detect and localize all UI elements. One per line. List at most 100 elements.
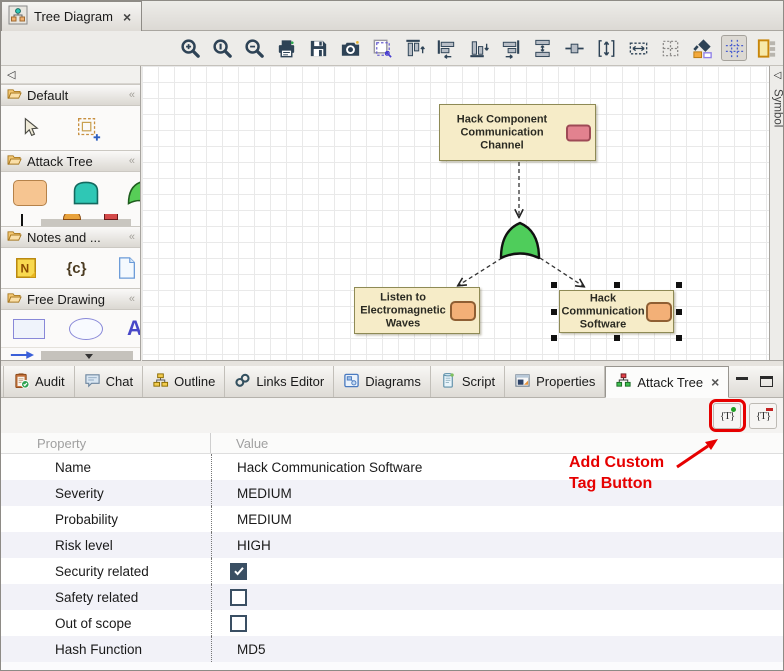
orange-badge[interactable] [646,302,672,322]
match-width-icon[interactable] [625,35,651,61]
selection-handle[interactable] [614,335,620,341]
match-height-icon[interactable] [593,35,619,61]
palette-collapse-button[interactable]: ◁ [1,66,140,84]
palette-group-default[interactable]: Default « [1,84,140,106]
attack-node-tool[interactable] [13,180,47,206]
or-gate-tool[interactable] [125,179,141,207]
properties-table: Property Value Name Hack Communication S… [1,433,784,671]
mirror-vertical-icon[interactable] [529,35,555,61]
print-icon[interactable] [273,35,299,61]
remove-custom-tag-button[interactable]: {T} [749,403,777,429]
property-cell: Out of scope [1,616,211,631]
pin-icon[interactable]: « [129,155,134,167]
editor-tab-bar: Tree Diagram × [1,1,783,31]
center-horizontal-icon[interactable] [561,35,587,61]
selection-handle[interactable] [551,335,557,341]
pin-icon[interactable]: « [129,231,134,243]
ellipse-tool[interactable] [69,318,103,340]
symbol-panel-strip[interactable]: ◁ Symbol [769,66,784,361]
selection-handle[interactable] [551,309,557,315]
align-right-icon[interactable] [497,35,523,61]
table-filler [1,662,784,671]
tab-attack-tree[interactable]: Attack Tree × [605,366,729,398]
table-row[interactable]: Security related [1,558,784,584]
select-region-icon[interactable] [369,35,395,61]
diagrams-icon [343,372,360,392]
palette-clipped-row [1,214,140,226]
close-icon[interactable]: × [711,374,719,390]
selection-handle[interactable] [676,335,682,341]
node-right[interactable]: Hack Communication Software [559,290,674,333]
add-custom-tag-button[interactable]: {T} [713,403,741,429]
tab-chat[interactable]: Chat [75,366,143,397]
text-tool[interactable]: A [127,317,141,341]
zoom-in-icon[interactable] [177,35,203,61]
toggle-grid-icon[interactable] [721,35,747,61]
palette-group-notes[interactable]: Notes and ... « [1,226,140,248]
safety-related-checkbox[interactable] [230,589,247,606]
selection-handle[interactable] [614,282,620,288]
property-cell: Risk level [1,538,211,553]
save-icon[interactable] [305,35,331,61]
tab-script[interactable]: Script [431,366,505,397]
snap-to-grid-icon[interactable] [657,35,683,61]
tab-tree-diagram[interactable]: Tree Diagram × [1,1,142,31]
tab-properties[interactable]: Properties [505,366,605,397]
palette-group-attack-tree[interactable]: Attack Tree « [1,150,140,172]
table-row[interactable]: Out of scope [1,610,784,636]
pin-icon[interactable]: « [129,293,134,305]
close-icon[interactable]: × [123,9,131,25]
rectangle-tool[interactable] [13,319,45,339]
marquee-add-tool[interactable] [71,114,105,142]
node-or-gate[interactable] [498,219,542,261]
node-left[interactable]: Listen to Electromagnetic Waves [354,287,480,334]
constraint-tool[interactable]: {c} [63,260,89,277]
selection-handle[interactable] [676,282,682,288]
diagram-canvas[interactable]: Hack Component Communication Channel Lis… [142,66,769,361]
security-related-checkbox[interactable] [230,563,247,580]
screenshot-camera-icon[interactable] [337,35,363,61]
and-gate-tool[interactable] [71,179,101,207]
tab-outline[interactable]: Outline [143,366,225,397]
copy-format-brush-icon[interactable] [689,35,715,61]
table-row[interactable]: Risk level HIGH [1,532,784,558]
minimize-icon[interactable] [736,377,748,380]
zoom-out-icon[interactable] [241,35,267,61]
table-row[interactable]: Hash Function MD5 [1,636,784,662]
arrow-tool[interactable] [7,349,37,361]
zoom-actual-size-icon[interactable] [209,35,235,61]
node-root[interactable]: Hack Component Communication Channel [439,104,596,161]
edit-symbol-icon[interactable] [753,35,779,61]
table-row[interactable]: Severity MEDIUM [1,480,784,506]
align-left-icon[interactable] [433,35,459,61]
expand-arrow-icon[interactable]: ◁ [774,70,782,81]
table-row[interactable]: Probability MEDIUM [1,506,784,532]
value-cell[interactable]: Hack Communication Software [211,454,784,480]
note-tool[interactable]: N [13,256,39,280]
selection-handle[interactable] [551,282,557,288]
table-row[interactable]: Safety related [1,584,784,610]
value-cell[interactable]: MD5 [211,636,784,662]
column-header-property[interactable]: Property [1,433,211,453]
tab-links-editor[interactable]: Links Editor [225,366,334,397]
table-row[interactable]: Name Hack Communication Software [1,454,784,480]
select-cursor-tool[interactable] [13,115,47,141]
align-bottom-icon[interactable] [465,35,491,61]
value-cell[interactable]: MEDIUM [211,480,784,506]
tab-diagrams[interactable]: Diagrams [334,366,431,397]
value-cell[interactable]: HIGH [211,532,784,558]
red-badge[interactable] [566,124,591,141]
tab-audit[interactable]: Audit [3,366,75,397]
property-cell: Severity [1,486,211,501]
value-cell[interactable]: MEDIUM [211,506,784,532]
out-of-scope-checkbox[interactable] [230,615,247,632]
palette-group-label: Free Drawing [27,292,105,307]
palette-group-free-drawing[interactable]: Free Drawing « [1,288,140,310]
selection-handle[interactable] [676,309,682,315]
pin-icon[interactable]: « [129,89,134,101]
maximize-icon[interactable] [760,376,773,387]
document-tool[interactable] [114,256,140,280]
orange-badge[interactable] [450,301,476,321]
column-header-value[interactable]: Value [211,436,268,451]
align-top-icon[interactable] [401,35,427,61]
